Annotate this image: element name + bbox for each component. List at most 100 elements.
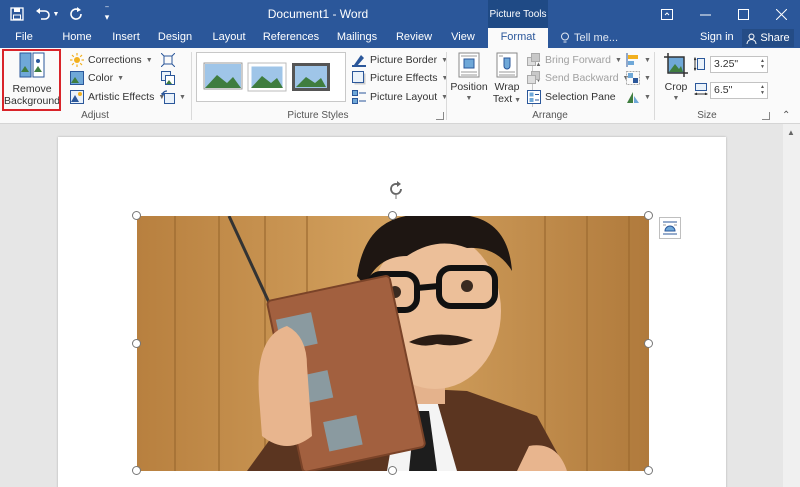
picture-layout-button[interactable]: Picture Layout ▼: [352, 88, 448, 106]
wrap-text-label-line2-text: Text: [492, 93, 513, 105]
tell-me-text: Tell me...: [574, 31, 619, 44]
sign-in-link[interactable]: Sign in: [700, 28, 734, 48]
wrap-text-icon: [496, 52, 518, 78]
chevron-down-icon: ▼: [644, 74, 651, 82]
chevron-down-icon: ▼: [145, 56, 153, 64]
bring-forward-label: Bring Forward: [545, 54, 611, 66]
position-button[interactable]: Position ▼: [450, 52, 488, 105]
spinner-arrows-icon[interactable]: ▲ ▼: [760, 84, 765, 96]
shape-width-value: 6.5": [714, 84, 733, 96]
reset-picture-button[interactable]: ▼: [161, 88, 186, 106]
chevron-down-icon: ▼: [441, 93, 449, 101]
tab-home[interactable]: Home: [57, 28, 97, 48]
compress-pictures-button[interactable]: [161, 51, 175, 69]
crop-button[interactable]: Crop ▼: [660, 52, 692, 105]
chevron-down-icon: ▼: [644, 93, 651, 101]
resize-handle[interactable]: [644, 466, 653, 475]
tell-me-box[interactable]: Tell me...: [560, 28, 618, 48]
tab-layout[interactable]: Layout: [206, 28, 252, 48]
color-button[interactable]: Color ▼: [70, 69, 124, 87]
bring-forward-button[interactable]: Bring Forward ▼: [527, 51, 622, 69]
picture-style-thumb[interactable]: [291, 59, 331, 95]
change-picture-button[interactable]: [161, 69, 175, 87]
resize-handle[interactable]: [132, 466, 141, 475]
picture-effects-icon: [352, 71, 366, 85]
crop-label: Crop: [664, 81, 688, 93]
picture-effects-button[interactable]: Picture Effects ▼: [352, 69, 448, 87]
position-label: Position: [450, 81, 488, 93]
chevron-down-icon: ▼: [614, 56, 622, 64]
picture-layout-icon: [352, 90, 366, 104]
send-backward-label: Send Backward: [545, 72, 619, 84]
collapse-ribbon-icon[interactable]: ⌃: [782, 110, 790, 121]
picture-styles-launcher-icon[interactable]: [436, 112, 444, 120]
change-picture-icon: [161, 71, 175, 85]
resize-handle[interactable]: [388, 211, 397, 220]
resize-handle[interactable]: [644, 339, 653, 348]
maximize-icon[interactable]: [724, 0, 762, 28]
chevron-down-icon: ▼: [672, 95, 680, 102]
align-button[interactable]: ▼: [626, 51, 651, 69]
send-backward-button[interactable]: Send Backward ▼: [527, 69, 629, 87]
shape-height-value: 3.25": [714, 58, 739, 70]
tab-view[interactable]: View: [446, 28, 480, 48]
artistic-effects-label: Artistic Effects: [88, 91, 155, 103]
arrange-group-label: Arrange: [532, 110, 568, 121]
share-button[interactable]: Share: [742, 29, 794, 47]
resize-handle[interactable]: [132, 339, 141, 348]
rotate-button[interactable]: ▼: [626, 88, 651, 106]
picture-border-icon: [352, 55, 366, 67]
title-bar: ▼ ‾ ▾ Document1 - Word Picture Tools: [0, 0, 800, 28]
tab-mailings[interactable]: Mailings: [332, 28, 382, 48]
resize-handle[interactable]: [388, 466, 397, 475]
group-button[interactable]: ▼: [626, 69, 651, 87]
tab-references[interactable]: References: [262, 28, 320, 48]
tab-design[interactable]: Design: [153, 28, 197, 48]
chevron-down-icon: ▼: [644, 56, 651, 64]
selection-pane-button[interactable]: Selection Pane: [527, 88, 616, 106]
tab-file[interactable]: File: [8, 28, 40, 48]
chevron-down-icon: ▼: [465, 95, 473, 102]
bring-forward-icon: [527, 53, 540, 66]
picture-styles-gallery: ▲▼▾: [196, 52, 541, 107]
color-icon: [70, 71, 84, 85]
picture-effects-label: Picture Effects: [370, 72, 438, 84]
artistic-effects-button[interactable]: Artistic Effects ▼: [70, 88, 165, 106]
selection-pane-icon: [527, 90, 541, 104]
resize-handle[interactable]: [132, 211, 141, 220]
resize-handle[interactable]: [644, 211, 653, 220]
layout-options-button[interactable]: [659, 217, 681, 239]
wrap-text-button[interactable]: Wrap Text ▼: [490, 52, 524, 107]
picture-border-button[interactable]: Picture Border ▼: [352, 51, 448, 69]
group-objects-icon: [626, 71, 640, 85]
chevron-down-icon: ▼: [441, 74, 449, 82]
align-icon: [626, 53, 638, 67]
shape-width-icon: [694, 83, 708, 95]
minimize-icon[interactable]: [686, 0, 724, 28]
chevron-down-icon: ▼: [179, 93, 186, 101]
size-group-label: Size: [697, 110, 717, 121]
ribbon-display-options-icon[interactable]: [648, 0, 686, 28]
tab-insert[interactable]: Insert: [106, 28, 146, 48]
size-launcher-icon[interactable]: [762, 112, 770, 120]
shape-height-icon: [694, 57, 705, 71]
artistic-effects-icon: [70, 90, 84, 104]
shape-width-field[interactable]: 6.5" ▲ ▼: [710, 82, 768, 99]
picture-border-label: Picture Border: [370, 54, 438, 66]
scroll-up-icon[interactable]: ▲: [787, 128, 795, 137]
tab-review[interactable]: Review: [392, 28, 436, 48]
vertical-scrollbar[interactable]: ▲: [783, 124, 800, 487]
selection-pane-label: Selection Pane: [545, 91, 616, 103]
rotate-handle-icon[interactable]: [386, 179, 406, 199]
shape-height-field[interactable]: 3.25" ▲ ▼: [710, 56, 768, 73]
close-icon[interactable]: [762, 0, 800, 28]
corrections-button[interactable]: Corrections ▼: [70, 51, 153, 69]
selected-picture[interactable]: [137, 216, 649, 471]
tab-format[interactable]: Format: [488, 28, 548, 48]
picture-style-thumb[interactable]: [203, 59, 243, 95]
spinner-arrows-icon[interactable]: ▲ ▼: [760, 58, 765, 70]
picture-style-thumb[interactable]: [247, 59, 287, 95]
chevron-down-icon: ▼: [117, 74, 125, 82]
chevron-down-icon: ▼: [512, 97, 522, 104]
wrap-text-label-line1: Wrap: [494, 81, 520, 93]
